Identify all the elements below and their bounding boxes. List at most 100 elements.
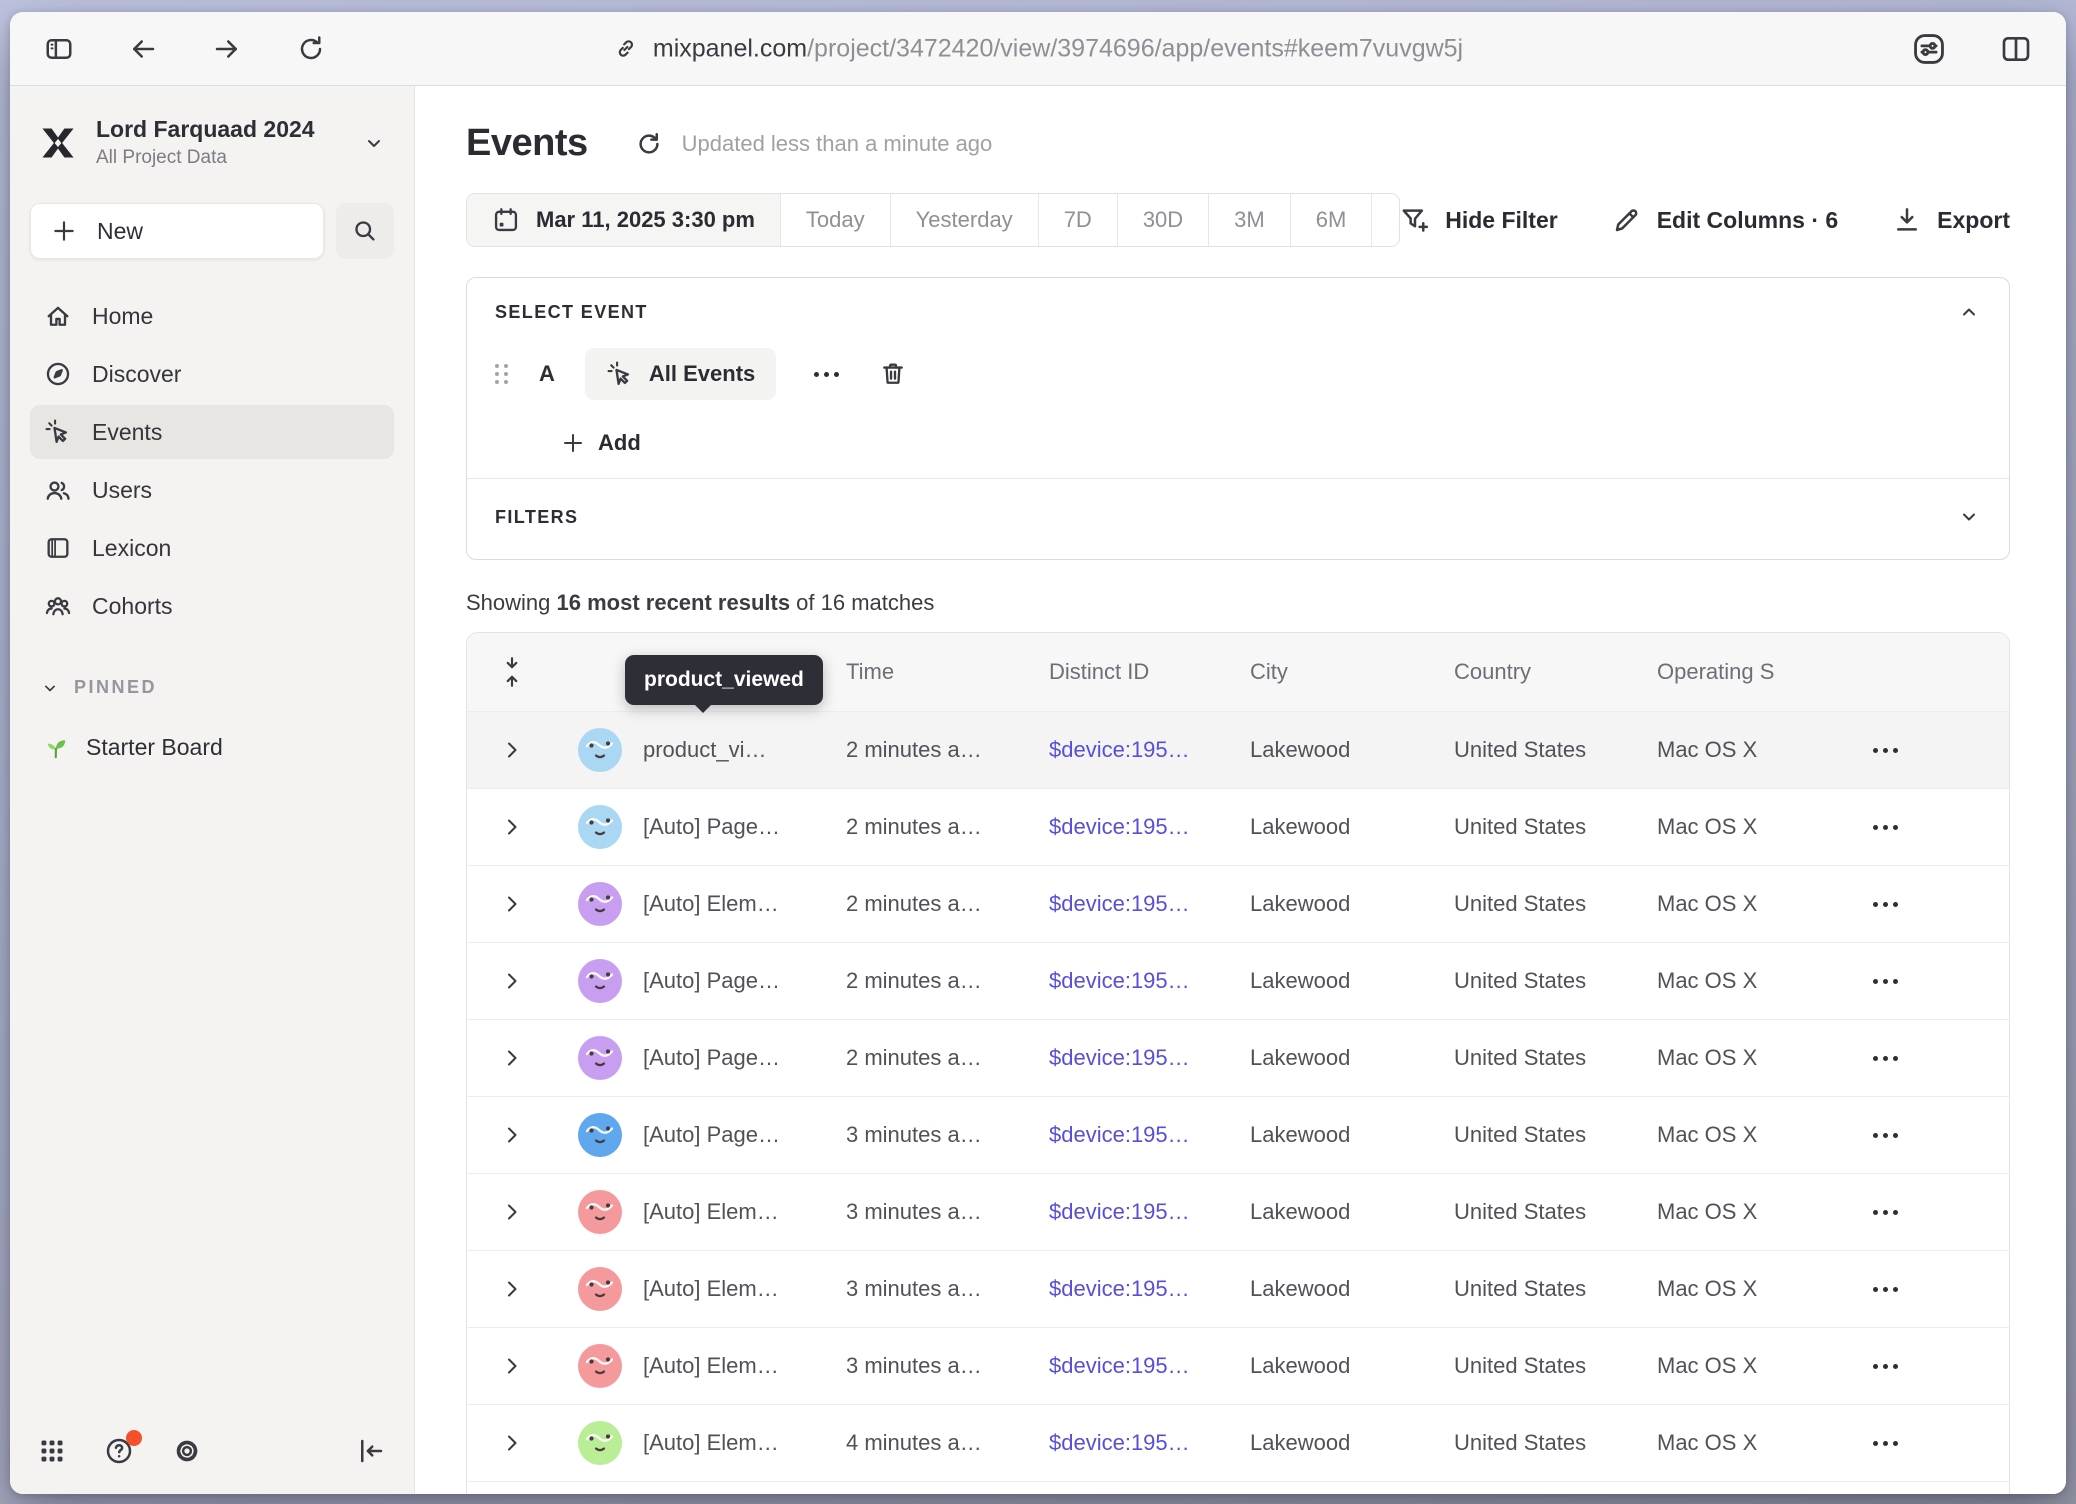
collapse-sidebar-icon[interactable]: [356, 1436, 386, 1466]
range-7d[interactable]: 7D: [1039, 194, 1118, 246]
delete-clause-icon[interactable]: [879, 360, 907, 388]
row-menu-icon[interactable]: [1827, 1364, 2009, 1369]
clause-more-icon[interactable]: [806, 364, 847, 385]
range-12m[interactable]: 12M: [1372, 194, 1400, 246]
reload-icon[interactable]: [292, 30, 330, 68]
event-name-cell[interactable]: [Auto] Elem…: [643, 1276, 846, 1302]
expand-row-chevron-icon[interactable]: [467, 1123, 557, 1147]
project-switcher[interactable]: Lord Farquaad 2024 All Project Data: [30, 112, 394, 173]
table-row-partial[interactable]: [467, 1481, 2009, 1494]
event-name-cell[interactable]: [Auto] Page…: [643, 1122, 846, 1148]
range-today[interactable]: Today: [781, 194, 891, 246]
row-menu-icon[interactable]: [1827, 1210, 2009, 1215]
distinct-id-link[interactable]: $device:195…: [1049, 1353, 1250, 1379]
range-3m[interactable]: 3M: [1209, 194, 1291, 246]
distinct-id-link[interactable]: $device:195…: [1049, 737, 1250, 763]
event-name-cell[interactable]: [Auto] Elem…: [643, 891, 846, 917]
apps-grid-icon[interactable]: [38, 1437, 66, 1465]
chevron-up-icon[interactable]: [1957, 300, 1981, 324]
search-button[interactable]: [336, 203, 394, 259]
export-button[interactable]: Export: [1892, 205, 2010, 235]
distinct-id-link[interactable]: $device:195…: [1049, 968, 1250, 994]
event-name-cell[interactable]: [Auto] Elem…: [643, 1353, 846, 1379]
new-button[interactable]: New: [30, 203, 324, 259]
table-row[interactable]: [Auto] Elem… 3 minutes a… $device:195… L…: [467, 1173, 2009, 1250]
sidebar-item-users[interactable]: Users: [30, 463, 394, 517]
expand-row-chevron-icon[interactable]: [467, 1354, 557, 1378]
expand-row-chevron-icon[interactable]: [467, 1046, 557, 1070]
country-cell: United States: [1454, 1430, 1657, 1456]
expand-row-chevron-icon[interactable]: [467, 969, 557, 993]
help-icon[interactable]: [104, 1436, 134, 1466]
date-range-picker[interactable]: Mar 11, 2025 3:30 pm: [467, 194, 781, 246]
distinct-id-link[interactable]: $device:195…: [1049, 1199, 1250, 1225]
back-icon[interactable]: [124, 30, 162, 68]
pinned-section-toggle[interactable]: PINNED: [30, 677, 394, 698]
browser-sidebar-toggle-icon[interactable]: [40, 30, 78, 68]
distinct-id-link[interactable]: $device:195…: [1049, 1430, 1250, 1456]
row-menu-icon[interactable]: [1827, 979, 2009, 984]
event-name-cell[interactable]: product_vi…: [643, 737, 846, 763]
expand-row-chevron-icon[interactable]: [467, 1277, 557, 1301]
page-settings-icon[interactable]: [1908, 28, 1950, 70]
event-name-cell[interactable]: [Auto] Elem…: [643, 1199, 846, 1225]
col-header-country[interactable]: Country: [1454, 659, 1657, 685]
sidebar-item-events[interactable]: Events: [30, 405, 394, 459]
row-menu-icon[interactable]: [1827, 1133, 2009, 1138]
event-name-cell[interactable]: [Auto] Page…: [643, 968, 846, 994]
range-30d[interactable]: 30D: [1118, 194, 1209, 246]
edit-columns-button[interactable]: Edit Columns · 6: [1612, 205, 1838, 235]
row-menu-icon[interactable]: [1827, 1287, 2009, 1292]
table-row[interactable]: [Auto] Page… 3 minutes a… $device:195… L…: [467, 1096, 2009, 1173]
row-menu-icon[interactable]: [1827, 1056, 2009, 1061]
expand-row-chevron-icon[interactable]: [467, 815, 557, 839]
col-header-city[interactable]: City: [1250, 659, 1454, 685]
expand-row-chevron-icon[interactable]: [467, 892, 557, 916]
sidebar-item-cohorts[interactable]: Cohorts: [30, 579, 394, 633]
refresh-icon[interactable]: [634, 129, 664, 159]
sidebar-item-home[interactable]: Home: [30, 289, 394, 343]
expand-row-chevron-icon[interactable]: [467, 1431, 557, 1455]
hide-filter-button[interactable]: Hide Filter: [1400, 205, 1557, 235]
table-row[interactable]: [Auto] Elem… 2 minutes a… $device:195… L…: [467, 865, 2009, 942]
expand-row-chevron-icon[interactable]: [467, 738, 557, 762]
distinct-id-link[interactable]: $device:195…: [1049, 891, 1250, 917]
table-row[interactable]: [Auto] Page… 2 minutes a… $device:195… L…: [467, 942, 2009, 1019]
sidebar-item-lexicon[interactable]: Lexicon: [30, 521, 394, 575]
event-name-cell[interactable]: [Auto] Page…: [643, 1045, 846, 1071]
col-header-os[interactable]: Operating S: [1657, 659, 1827, 685]
col-header-time[interactable]: Time: [846, 659, 1049, 685]
event-selector-chip[interactable]: All Events: [585, 348, 776, 400]
expand-row-chevron-icon[interactable]: [467, 1200, 557, 1224]
event-name-cell[interactable]: [Auto] Elem…: [643, 1430, 846, 1456]
table-row[interactable]: [Auto] Elem… 3 minutes a… $device:195… L…: [467, 1327, 2009, 1404]
distinct-id-link[interactable]: $device:195…: [1049, 1045, 1250, 1071]
distinct-id-link[interactable]: $device:195…: [1049, 814, 1250, 840]
row-menu-icon[interactable]: [1827, 825, 2009, 830]
url-bar[interactable]: mixpanel.com/project/3472420/view/397469…: [613, 34, 1463, 63]
split-view-icon[interactable]: [1996, 29, 2036, 69]
city-cell: Lakewood: [1250, 737, 1454, 763]
event-name-cell[interactable]: [Auto] Page…: [643, 814, 846, 840]
range-6m[interactable]: 6M: [1291, 194, 1373, 246]
table-row[interactable]: [Auto] Page… 2 minutes a… $device:195… L…: [467, 788, 2009, 865]
drag-handle-icon[interactable]: [495, 364, 509, 384]
collapse-rows-icon[interactable]: [467, 656, 557, 688]
distinct-id-link[interactable]: $device:195…: [1049, 1276, 1250, 1302]
row-menu-icon[interactable]: [1827, 902, 2009, 907]
range-yesterday[interactable]: Yesterday: [891, 194, 1039, 246]
chevron-down-icon[interactable]: [1957, 505, 1981, 529]
sidebar-item-label: Discover: [92, 361, 181, 388]
pinned-item-starter-board[interactable]: Starter Board: [30, 720, 394, 774]
sidebar-item-discover[interactable]: Discover: [30, 347, 394, 401]
forward-icon[interactable]: [208, 30, 246, 68]
distinct-id-link[interactable]: $device:195…: [1049, 1122, 1250, 1148]
add-event-button[interactable]: Add: [557, 426, 645, 460]
row-menu-icon[interactable]: [1827, 1441, 2009, 1446]
row-menu-icon[interactable]: [1827, 748, 2009, 753]
settings-gear-icon[interactable]: [172, 1436, 202, 1466]
col-header-distinct-id[interactable]: Distinct ID: [1049, 659, 1250, 685]
table-row[interactable]: [Auto] Elem… 4 minutes a… $device:195… L…: [467, 1404, 2009, 1481]
table-row[interactable]: [Auto] Elem… 3 minutes a… $device:195… L…: [467, 1250, 2009, 1327]
table-row[interactable]: [Auto] Page… 2 minutes a… $device:195… L…: [467, 1019, 2009, 1096]
